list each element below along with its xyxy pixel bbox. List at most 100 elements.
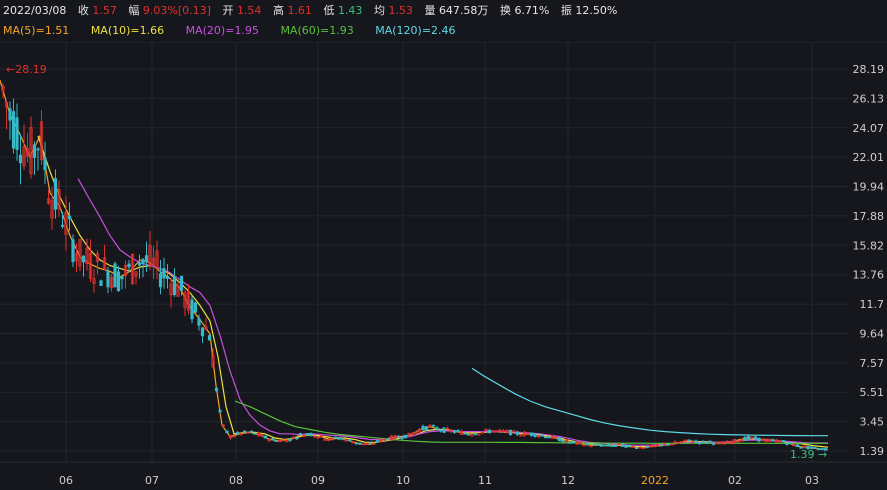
high-price-annotation: ←28.19: [6, 63, 47, 76]
candle-body: [438, 429, 443, 432]
candle-body: [305, 433, 310, 436]
candle-body: [757, 437, 761, 442]
candle-body: [785, 442, 789, 445]
candle-body: [456, 430, 460, 432]
x-tick-label: 10: [396, 474, 410, 487]
candle-body: [753, 436, 758, 440]
candle-body: [613, 445, 618, 447]
candle-body: [634, 447, 639, 450]
candle-body: [141, 259, 145, 265]
candle-body: [179, 275, 184, 292]
candle-body: [67, 215, 72, 220]
ma5-legend: MA(5)=1.51: [3, 24, 70, 37]
candle-body: [15, 117, 19, 150]
candle-body: [466, 433, 471, 436]
y-tick-label: 11.7: [860, 298, 885, 311]
ma20-legend: MA(20)=1.95: [185, 24, 259, 37]
y-tick-label: 26.13: [853, 92, 885, 105]
candle-body: [424, 426, 429, 431]
candle-body: [746, 435, 751, 440]
candle-body: [172, 277, 177, 295]
candle-body: [144, 255, 149, 263]
candle-body: [743, 436, 747, 441]
candle-body: [165, 276, 170, 279]
candle-body: [207, 335, 212, 341]
candle-body: [225, 430, 229, 434]
candle-body: [43, 158, 47, 171]
candle-body: [421, 425, 425, 431]
y-tick-label: 19.94: [853, 181, 885, 194]
candle-body: [368, 442, 373, 445]
turnover-label: 换: [499, 4, 511, 17]
candle-body: [533, 433, 537, 438]
y-tick-label: 1.39: [860, 445, 885, 458]
amplitude-label: 振: [560, 4, 572, 17]
candle-body: [568, 441, 572, 444]
x-tick-label: 08: [229, 474, 243, 487]
x-tick-label: 02: [728, 474, 742, 487]
candle-body: [403, 434, 408, 439]
candle-body: [571, 441, 576, 444]
close-label: 收: [77, 4, 89, 17]
candle-body: [694, 440, 698, 443]
grid: [0, 42, 887, 463]
candle-body: [116, 271, 121, 292]
y-tick-label: 28.19: [853, 63, 885, 76]
candle-body: [452, 430, 457, 433]
y-tick-label: 15.82: [853, 239, 885, 252]
amplitude-value: 12.50%: [575, 4, 618, 17]
range-label: 幅: [128, 4, 140, 17]
y-tick-label: 24.07: [853, 122, 885, 135]
candle-body: [508, 429, 513, 436]
low-label: 低: [323, 4, 335, 17]
range-value: 9.03%[0.13]: [142, 4, 211, 17]
ma-line-ma5: [0, 80, 829, 450]
candle-body: [53, 178, 58, 210]
candles: [1, 83, 828, 451]
candle-body: [375, 440, 380, 443]
candle-body: [106, 270, 110, 288]
y-tick-label: 17.88: [853, 210, 885, 223]
high-value: 1.61: [287, 4, 312, 17]
y-tick-label: 9.64: [860, 327, 885, 340]
candle-body: [218, 409, 222, 413]
candle-body: [197, 318, 201, 326]
candlestick-chart: 28.19 26.13 24.07 22.01 19.94 17.88 15.82 13.76…: [0, 42, 887, 487]
candle-body: [295, 437, 299, 440]
candle-body: [529, 432, 534, 436]
candle-body: [561, 440, 565, 443]
candle-body: [627, 444, 632, 447]
candle-body: [8, 108, 12, 121]
candle-body: [596, 443, 600, 446]
candle-body: [347, 439, 352, 442]
candle-body: [788, 442, 793, 444]
ma-legend: MA(5)=1.51 MA(10)=1.66 MA(20)=1.95 MA(60…: [0, 21, 887, 41]
candle-body: [641, 447, 646, 450]
candle-body: [704, 442, 709, 444]
candle-body: [599, 444, 604, 447]
candle-body: [603, 444, 607, 447]
quote-date: 2022/03/08: [3, 4, 67, 17]
candle-body: [200, 327, 205, 337]
x-tick-label: 03: [805, 474, 819, 487]
candle-body: [333, 436, 338, 439]
candle-body: [340, 437, 345, 440]
candle-body: [60, 224, 65, 227]
ma-line-ma120: [471, 367, 828, 437]
candle-body: [697, 442, 702, 445]
candle-body: [473, 433, 478, 436]
candle-body: [400, 437, 404, 440]
candle-body: [32, 144, 37, 158]
candle-body: [610, 444, 614, 447]
candle-body: [253, 432, 257, 435]
ma60-legend: MA(60)=1.93: [280, 24, 354, 37]
ma10-legend: MA(10)=1.66: [90, 24, 165, 37]
x-tick-label: 07: [145, 474, 159, 487]
candle-body: [18, 154, 23, 164]
x-tick-label: 2022: [641, 474, 669, 487]
candle-body: [557, 437, 562, 442]
candle-body: [666, 443, 670, 446]
candle-body: [592, 443, 597, 446]
high-label: 高: [272, 4, 284, 17]
candle-body: [547, 436, 551, 439]
